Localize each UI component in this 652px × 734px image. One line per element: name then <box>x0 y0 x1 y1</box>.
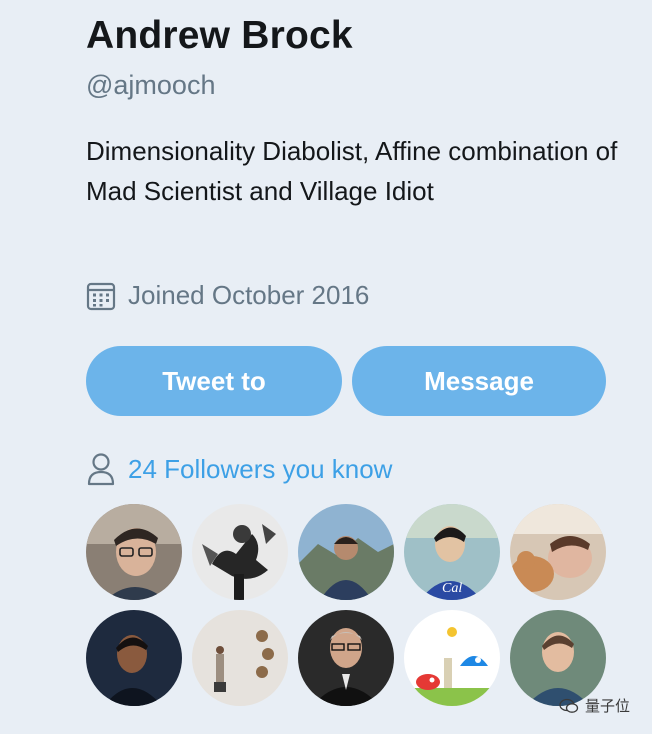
svg-text:Cal: Cal <box>442 581 462 596</box>
followers-avatar-grid: Cal <box>86 504 616 706</box>
profile-bio: Dimensionality Diabolist, Affine combina… <box>86 136 618 206</box>
avatar[interactable] <box>192 610 288 706</box>
avatar[interactable] <box>510 610 606 706</box>
followers-label: 24 Followers you know <box>128 453 393 484</box>
avatar[interactable] <box>192 504 288 600</box>
watermark-text: 量子位 <box>584 698 630 715</box>
person-icon <box>86 452 116 486</box>
profile-name: Andrew Brock <box>86 14 353 57</box>
profile-handle[interactable]: @ajmooch <box>86 70 215 101</box>
profile-actions: Tweet to Message <box>86 346 606 416</box>
wechat-icon <box>559 698 579 714</box>
avatar[interactable] <box>510 504 606 600</box>
avatar[interactable] <box>298 504 394 600</box>
joined-label: Joined October 2016 <box>128 280 370 310</box>
avatar[interactable] <box>404 610 500 706</box>
avatar[interactable] <box>86 610 182 706</box>
tweet-to-button[interactable]: Tweet to <box>86 346 342 416</box>
avatar[interactable]: Cal <box>404 504 500 600</box>
avatar[interactable] <box>298 610 394 706</box>
message-button[interactable]: Message <box>352 346 606 416</box>
avatar[interactable] <box>86 504 182 600</box>
joined-date: Joined October 2016 <box>86 280 369 311</box>
followers-you-know-link[interactable]: 24 Followers you know <box>86 452 392 486</box>
calendar-icon <box>86 281 116 311</box>
watermark: 量子位 <box>559 695 630 716</box>
